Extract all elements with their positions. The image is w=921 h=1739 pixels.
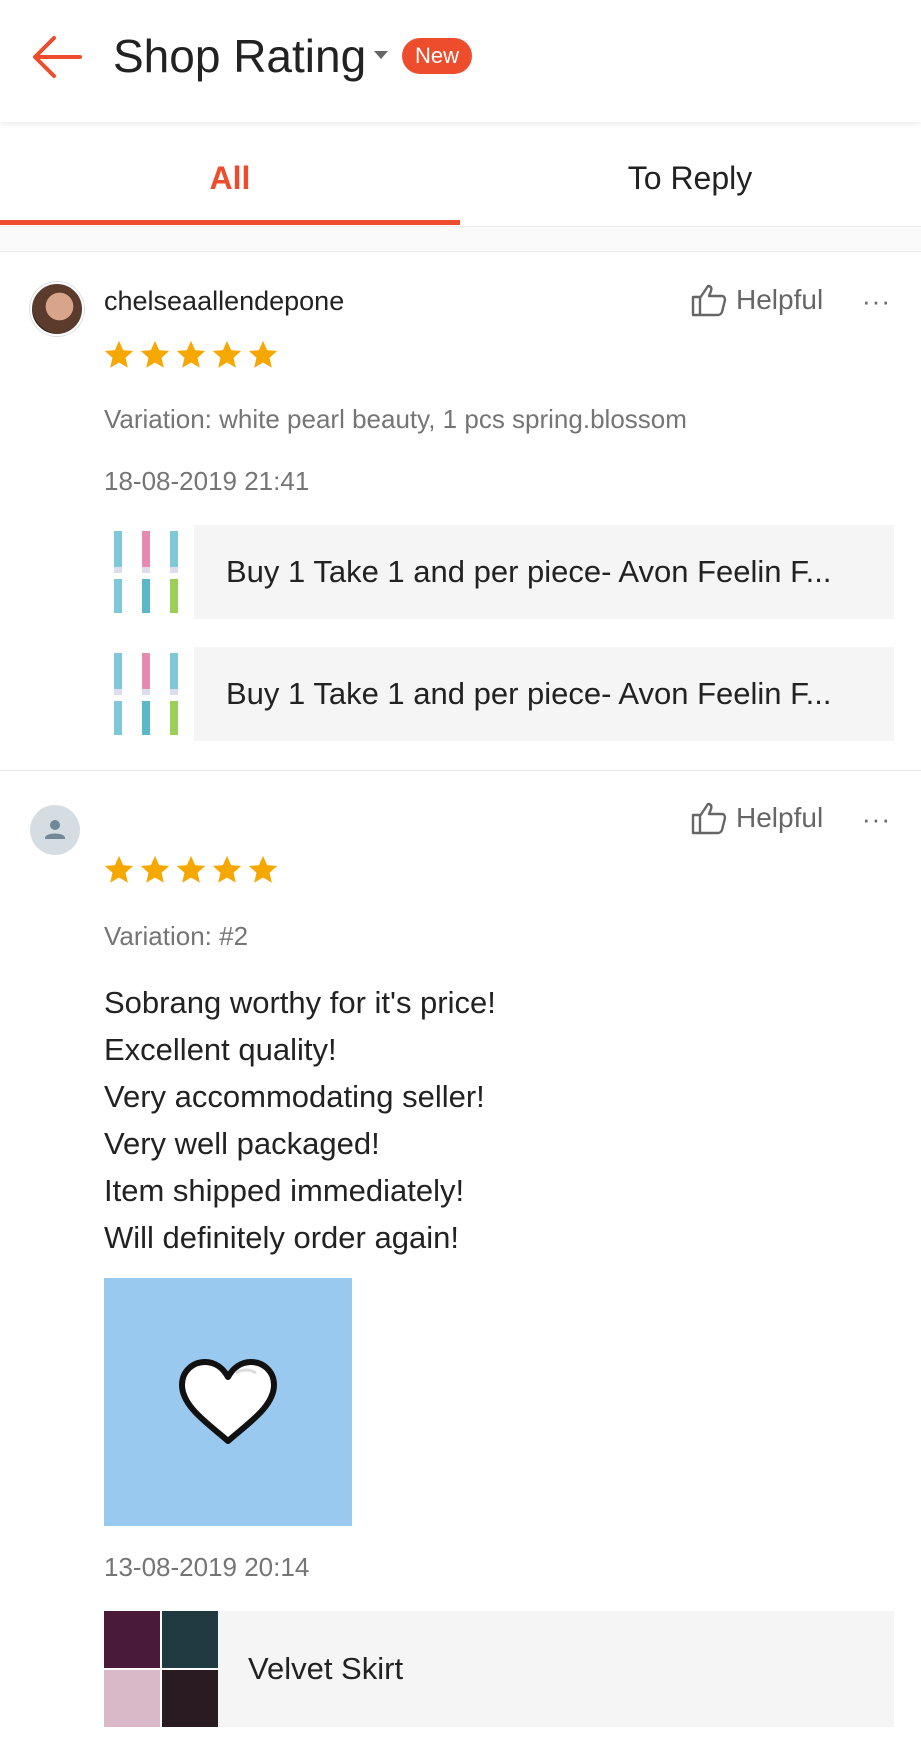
new-badge: New [402, 38, 473, 74]
reviewer-username[interactable]: chelseaallendepone [104, 286, 344, 317]
more-options-icon[interactable]: ··· [862, 286, 891, 317]
thumbs-up-icon [691, 284, 727, 317]
star-rating [102, 338, 280, 372]
product-name: Buy 1 Take 1 and per piece- Avon Feelin … [226, 676, 832, 711]
comment-line: Very accommodating seller! [104, 1079, 485, 1114]
product-item[interactable]: Buy 1 Take 1 and per piece- Avon Feelin … [104, 647, 894, 741]
tab-bar: All To Reply [0, 122, 921, 227]
comment-line: Sobrang worthy for it's price! [104, 985, 496, 1020]
page-title[interactable]: Shop Rating [113, 26, 366, 86]
avatar[interactable] [30, 282, 84, 336]
comment-line: Item shipped immediately! [104, 1173, 465, 1208]
review-card: Helpful ··· Variation: #2 Sobrang worthy… [0, 771, 921, 1739]
review-date: 18-08-2019 21:41 [104, 466, 310, 496]
helpful-button[interactable]: Helpful [690, 283, 823, 317]
thumbs-up-icon [691, 802, 727, 835]
star-icon [104, 340, 134, 368]
helpful-button[interactable]: Helpful [690, 801, 823, 835]
review-date: 13-08-2019 20:14 [104, 1552, 310, 1582]
star-icon [176, 855, 206, 883]
product-thumbnail [104, 525, 194, 619]
helpful-label: Helpful [736, 802, 824, 833]
active-tab-indicator [0, 220, 460, 225]
review-card: chelseaallendepone Helpful ··· Variation… [0, 252, 921, 771]
star-icon [140, 340, 170, 368]
star-icon [140, 855, 170, 883]
helpful-label: Helpful [736, 284, 824, 315]
star-icon [176, 340, 206, 368]
section-divider [0, 227, 921, 252]
star-icon [248, 340, 278, 368]
product-thumbnail [104, 1611, 218, 1727]
variation-text: Variation: white pearl beauty, 1 pcs spr… [104, 404, 687, 434]
star-icon [212, 855, 242, 883]
star-icon [104, 855, 134, 883]
variation-text: Variation: #2 [104, 921, 249, 951]
product-thumbnail [104, 647, 194, 741]
product-item[interactable]: Velvet Skirt [104, 1611, 894, 1727]
comment-line: Excellent quality! [104, 1032, 337, 1067]
user-icon [45, 820, 65, 839]
comment-line: Will definitely order again! [104, 1220, 459, 1255]
star-icon [212, 340, 242, 368]
heart-icon [179, 1359, 277, 1444]
product-item[interactable]: Buy 1 Take 1 and per piece- Avon Feelin … [104, 525, 894, 619]
star-icon [248, 855, 278, 883]
star-rating [102, 853, 280, 887]
more-options-icon[interactable]: ··· [862, 804, 891, 835]
review-comment: Sobrang worthy for it's price! Excellent… [104, 979, 496, 1261]
product-name: Velvet Skirt [248, 1651, 404, 1686]
app-header: Shop Rating New [0, 0, 921, 122]
review-photo[interactable] [104, 1278, 352, 1526]
comment-line: Very well packaged! [104, 1126, 380, 1161]
avatar[interactable] [30, 805, 80, 855]
back-arrow-icon[interactable] [30, 34, 84, 80]
tab-all[interactable]: All [0, 122, 460, 226]
tab-to-reply[interactable]: To Reply [460, 122, 920, 226]
product-name: Buy 1 Take 1 and per piece- Avon Feelin … [226, 554, 832, 589]
caret-down-icon[interactable] [374, 51, 388, 59]
